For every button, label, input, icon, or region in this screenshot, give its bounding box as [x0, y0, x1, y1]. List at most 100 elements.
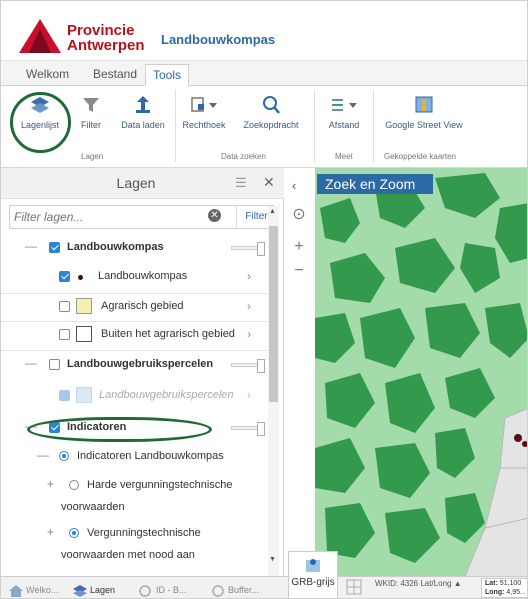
coordinate-readout: Lat: 51,100 Long: 4,95... [481, 578, 527, 598]
tab-welkom[interactable]: Welkom [19, 64, 76, 86]
radio-layer-row[interactable]: + Harde vergunningstechnische voorwaarde… [1, 477, 273, 517]
collapse-panel-icon[interactable]: ‹ [292, 178, 296, 193]
opacity-slider[interactable] [231, 422, 265, 436]
layer-radio[interactable] [69, 480, 79, 490]
layer-checkbox[interactable] [59, 329, 70, 340]
close-icon[interactable]: ✕ [263, 174, 275, 191]
grid-icon[interactable] [346, 579, 362, 595]
layer-checkbox[interactable] [59, 301, 70, 312]
layer-checkbox[interactable] [59, 390, 70, 401]
scroll-up-icon[interactable]: ▲ [269, 208, 276, 215]
basemap-switcher[interactable]: GRB-grijs [288, 551, 338, 598]
locate-icon[interactable]: ⊙ [288, 204, 310, 226]
google-street-view-button[interactable]: Google Street View [382, 94, 466, 130]
highlight-circle-indicatoren [27, 417, 212, 442]
layer-group-row[interactable]: — Landbouwkompas [1, 239, 273, 261]
buffer-icon [212, 584, 224, 597]
panel-scrollbar[interactable]: ▲ ▼ [268, 206, 279, 576]
filter-input[interactable] [14, 209, 194, 225]
radio-layer-row[interactable]: + Vergunningstechnische voorwaarden met … [1, 525, 273, 565]
clear-filter-icon[interactable]: ✕ [208, 209, 221, 222]
filter-button[interactable]: Filter [76, 94, 106, 130]
group-label-lagen: Lagen [81, 152, 104, 161]
collapse-icon[interactable]: — [37, 448, 49, 462]
menu-tabs: Welkom Bestand Tools [1, 61, 527, 86]
chevron-right-icon[interactable]: › [247, 388, 251, 402]
layer-checkbox[interactable] [59, 271, 70, 282]
layer-group-row[interactable]: — Landbouwgebruikspercelen [1, 356, 273, 378]
map-pin-icon [306, 559, 320, 572]
app-window: Provincie Antwerpen Landbouwkompas Welko… [0, 0, 528, 599]
layer-row[interactable]: Buiten het agrarisch gebied › [1, 325, 273, 347]
lightblue-swatch-icon [76, 387, 92, 403]
group-label-meet: Meet [335, 152, 353, 161]
ribbon-separator [373, 90, 374, 162]
scrollbar-thumb[interactable] [269, 226, 278, 402]
scroll-down-icon[interactable]: ▼ [269, 556, 276, 563]
identify-icon [139, 584, 151, 597]
map-canvas [315, 168, 527, 576]
layer-row[interactable]: Agrarisch gebied › [1, 297, 273, 319]
expand-icon[interactable]: + [47, 525, 54, 539]
map-tool-column: ⊙ + − [285, 168, 315, 576]
filter-box: ✕ Filter [9, 205, 275, 229]
app-title: Landbouwkompas [161, 32, 276, 47]
zoom-out-button[interactable]: − [288, 260, 310, 282]
point-marker [522, 441, 527, 447]
panel-title: Lagen [116, 175, 156, 191]
home-icon [9, 584, 23, 597]
chevron-right-icon[interactable]: › [247, 327, 251, 341]
row-divider [1, 350, 273, 351]
measure-distance-icon [332, 99, 357, 111]
row-divider [1, 293, 273, 294]
ribbon-separator [314, 90, 315, 162]
point-marker [514, 434, 522, 442]
white-swatch-icon [76, 326, 92, 342]
collapse-icon[interactable]: — [25, 356, 37, 370]
tab-bestand[interactable]: Bestand [86, 64, 144, 86]
rechthoek-button[interactable]: Rechthoek [181, 94, 227, 130]
map-view[interactable] [315, 168, 527, 576]
org-name: Provincie Antwerpen [67, 22, 145, 54]
highlight-circle-lagenlijst [10, 92, 71, 153]
layers-icon [73, 584, 87, 597]
layer-radio[interactable] [69, 528, 79, 538]
layer-row[interactable]: Landbouwgebruikspercelen › [1, 386, 273, 408]
layer-row[interactable]: Landbouwkompas › [1, 268, 273, 290]
group-label-data-zoeken: Data zoeken [221, 152, 266, 161]
chevron-right-icon[interactable]: › [247, 299, 251, 313]
app-header: Provincie Antwerpen Landbouwkompas [1, 1, 527, 61]
opacity-slider[interactable] [231, 359, 265, 373]
ribbon-toolbar: Lagenlijst Filter Data laden Lagen Recht… [1, 86, 527, 168]
zoekopdracht-button[interactable]: Zoekopdracht [241, 94, 301, 130]
layer-radio[interactable] [59, 451, 69, 461]
funnel-icon [83, 98, 99, 112]
layer-checkbox[interactable] [49, 359, 60, 370]
collapse-icon[interactable]: — [25, 239, 37, 253]
bottom-tab-id[interactable]: ID - B... [139, 580, 187, 598]
group-label-gekoppelde-kaarten: Gekoppelde kaarten [384, 152, 457, 161]
expand-icon[interactable]: + [47, 477, 54, 491]
coordinate-system-selector[interactable]: WKID: 4326 Lat/Long ▲ [375, 579, 462, 588]
rectangle-select-icon [191, 97, 217, 112]
tab-tools[interactable]: Tools [145, 64, 190, 86]
street-view-icon [415, 96, 433, 113]
data-laden-button[interactable]: Data laden [119, 94, 167, 130]
hamburger-menu-icon[interactable]: ☰ [235, 175, 247, 191]
layer-checkbox[interactable] [49, 242, 60, 253]
afstand-button[interactable]: Afstand [323, 94, 365, 130]
radio-layer-row[interactable]: — Indicatoren Landbouwkompas [1, 448, 273, 468]
chevron-right-icon[interactable]: › [247, 269, 251, 283]
yellow-swatch-icon [76, 298, 92, 314]
panel-header: Lagen ☰ ✕ [1, 168, 284, 199]
bottom-tab-lagen[interactable]: Lagen [73, 580, 115, 598]
ribbon-separator [175, 90, 176, 162]
opacity-slider[interactable] [231, 242, 265, 256]
search-icon [263, 96, 280, 114]
upload-icon [136, 96, 150, 113]
zoom-in-button[interactable]: + [288, 236, 310, 258]
bottom-tab-welkom[interactable]: Welko... [9, 580, 58, 598]
zoek-en-zoom-title[interactable]: Zoek en Zoom [317, 174, 433, 194]
row-divider [1, 321, 273, 322]
bottom-tab-buffer[interactable]: Buffer... [211, 580, 259, 598]
